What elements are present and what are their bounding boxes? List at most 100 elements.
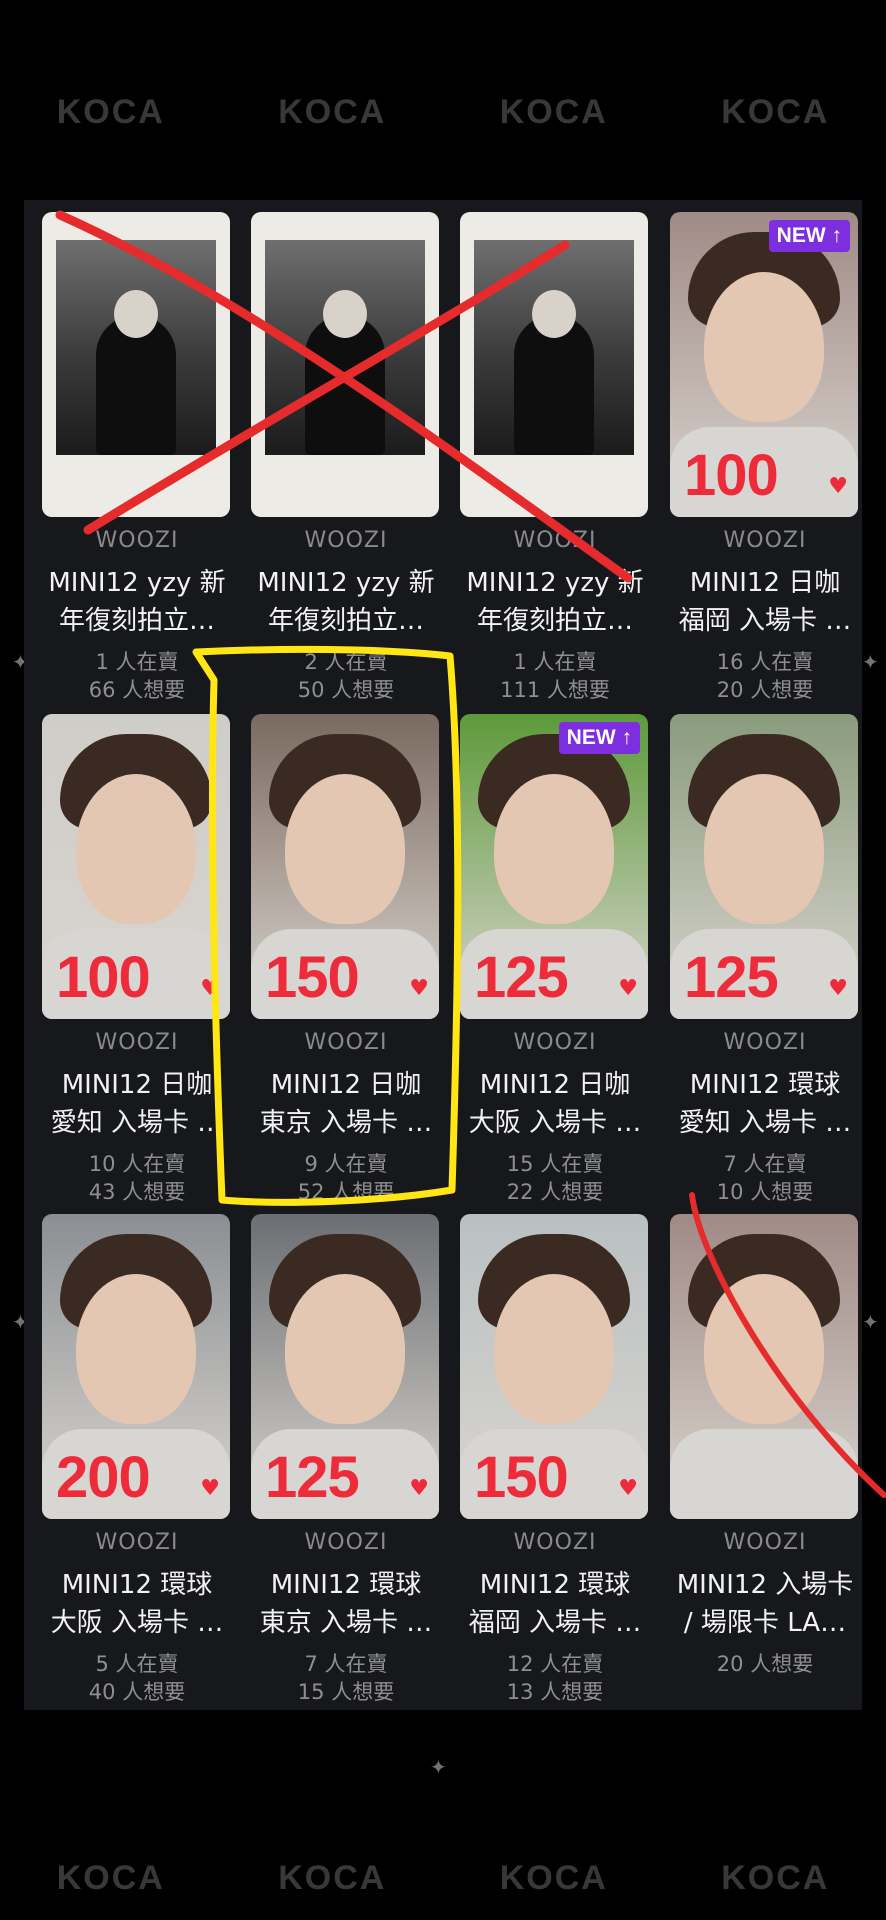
card-title-line2: 愛知 入場卡 … xyxy=(678,1108,852,1138)
selling-count: 7 人在賣 xyxy=(723,1152,807,1176)
card-title-line1: MINI12 yzy 新 xyxy=(257,568,435,598)
artist-name: WOOZI xyxy=(304,1530,388,1555)
selling-count: 15 人在賣 xyxy=(506,1152,604,1176)
watermark-logo: KOCA xyxy=(56,92,165,131)
photocard-item[interactable]: NEW ↑ 125 ♥ WOOZI MINI12 日咖 大阪 入場卡 … 15 人在賣 22 … xyxy=(450,702,650,1204)
wanting-count: 111 人想要 xyxy=(500,678,610,702)
card-thumbnail: 150 ♥ xyxy=(460,1214,648,1519)
photocard-item[interactable]: 200 ♥ WOOZI MINI12 環球 大阪 入場卡 … 5 人在賣 40 人想要 xyxy=(32,1202,232,1704)
selling-count: 1 人在賣 xyxy=(513,650,597,674)
photocard-item[interactable]: WOOZI MINI12 入場卡 / 場限卡 LA… 20 人想要 xyxy=(660,1202,860,1702)
selling-count: 16 人在賣 xyxy=(716,650,814,674)
heart-icon[interactable]: ♥ xyxy=(828,474,848,499)
artist-name: WOOZI xyxy=(95,1530,179,1555)
card-title-line1: MINI12 日咖 xyxy=(270,1070,422,1100)
photocard-item[interactable]: WOOZI MINI12 yzy 新年復刻拍立… 1 人在賣 66 人想要 xyxy=(32,200,232,702)
photocard-item[interactable]: WOOZI MINI12 yzy 新年復刻拍立… 1 人在賣 111 人想要 xyxy=(450,200,650,702)
selling-count: 1 人在賣 xyxy=(95,650,179,674)
heart-icon[interactable]: ♥ xyxy=(618,1476,638,1501)
card-title-line2: 福岡 入場卡 … xyxy=(468,1608,642,1638)
photocard-item[interactable]: 125 ♥ WOOZI MINI12 環球 東京 入場卡 … 7 人在賣 15 人想要 xyxy=(241,1202,441,1704)
card-title-line2: 東京 入場卡 … xyxy=(259,1608,433,1638)
artist-name: WOOZI xyxy=(95,528,179,553)
card-title-line2: 年復刻拍立… xyxy=(58,606,215,636)
photocard-item[interactable]: 125 ♥ WOOZI MINI12 環球 愛知 入場卡 … 7 人在賣 10 人想要 xyxy=(660,702,860,1204)
new-badge: NEW ↑ xyxy=(768,220,850,252)
card-title-line1: MINI12 日咖 xyxy=(479,1070,631,1100)
wanting-count: 40 人想要 xyxy=(88,1680,186,1704)
photocard-item[interactable]: 100 ♥ WOOZI MINI12 日咖 愛知 入場卡 … 10 人在賣 43 人想要 xyxy=(32,702,232,1204)
watermark-row-bottom: KOCA KOCA KOCA KOCA xyxy=(0,1848,886,1908)
heart-icon[interactable]: ♥ xyxy=(200,976,220,1001)
photocard-grid: WOOZI MINI12 yzy 新年復刻拍立… 1 人在賣 66 人想要 WOOZI M… xyxy=(24,200,862,1710)
price-label: 125 xyxy=(474,945,569,1010)
price-label: 200 xyxy=(56,1445,151,1510)
card-title-line1: MINI12 入場卡 xyxy=(676,1570,854,1600)
price-label: 100 xyxy=(684,443,779,508)
artist-name: WOOZI xyxy=(513,1530,597,1555)
wanting-count: 13 人想要 xyxy=(506,1680,604,1704)
price-label: 125 xyxy=(265,1445,360,1510)
artist-name: WOOZI xyxy=(513,1030,597,1055)
card-title-line1: MINI12 yzy 新 xyxy=(48,568,226,598)
selling-count: 2 人在賣 xyxy=(304,650,388,674)
card-thumbnail: 150 ♥ xyxy=(251,714,439,1019)
card-title-line1: MINI12 日咖 xyxy=(61,1070,213,1100)
card-thumbnail: 125 ♥ xyxy=(670,714,858,1019)
card-title-line2: 年復刻拍立… xyxy=(267,606,424,636)
selling-count: 9 人在賣 xyxy=(304,1152,388,1176)
card-title-line1: MINI12 yzy 新 xyxy=(466,568,644,598)
selling-count: 10 人在賣 xyxy=(88,1152,186,1176)
card-thumbnail xyxy=(460,212,648,517)
card-title-line1: MINI12 環球 xyxy=(689,1070,841,1100)
card-title-line2: 福岡 入場卡 … xyxy=(678,606,852,636)
card-thumbnail: 200 ♥ xyxy=(42,1214,230,1519)
photocard-item[interactable]: NEW ↑ 100 ♥ WOOZI MINI12 日咖 福岡 入場卡 … 16 人在賣 20 … xyxy=(660,200,860,702)
photocard-item[interactable]: WOOZI MINI12 yzy 新年復刻拍立… 2 人在賣 50 人想要 xyxy=(241,200,441,702)
sparkle-icon: ✦ xyxy=(430,1755,447,1779)
watermark-logo: KOCA xyxy=(499,92,608,131)
watermark-logo: KOCA xyxy=(721,92,830,131)
watermark-logo: KOCA xyxy=(56,1858,165,1897)
artist-name: WOOZI xyxy=(723,528,807,553)
heart-icon[interactable]: ♥ xyxy=(409,976,429,1001)
artist-name: WOOZI xyxy=(95,1030,179,1055)
card-title-line2: 年復刻拍立… xyxy=(476,606,633,636)
card-title-line2: 大阪 入場卡 … xyxy=(468,1108,642,1138)
sparkle-icon: ✦ xyxy=(862,1310,879,1334)
heart-icon[interactable]: ♥ xyxy=(618,976,638,1001)
artist-name: WOOZI xyxy=(304,1030,388,1055)
watermark-row-top: KOCA KOCA KOCA KOCA xyxy=(0,82,886,142)
artist-name: WOOZI xyxy=(513,528,597,553)
card-thumbnail xyxy=(42,212,230,517)
photocard-item[interactable]: 150 ♥ WOOZI MINI12 環球 福岡 入場卡 … 12 人在賣 13 人想要 xyxy=(450,1202,650,1704)
heart-icon[interactable]: ♥ xyxy=(200,1476,220,1501)
new-badge: NEW ↑ xyxy=(558,722,640,754)
card-title-line1: MINI12 日咖 xyxy=(689,568,841,598)
artist-name: WOOZI xyxy=(304,528,388,553)
selling-count: 20 人想要 xyxy=(716,1652,814,1676)
price-label: 100 xyxy=(56,945,151,1010)
card-title-line2: 東京 入場卡 … xyxy=(259,1108,433,1138)
selling-count: 12 人在賣 xyxy=(506,1652,604,1676)
price-label: 150 xyxy=(474,1445,569,1510)
heart-icon[interactable]: ♥ xyxy=(828,976,848,1001)
card-thumbnail: NEW ↑ 125 ♥ xyxy=(460,714,648,1019)
card-title-line2: 愛知 入場卡 … xyxy=(50,1108,224,1138)
price-label: 150 xyxy=(265,945,360,1010)
wanting-count: 20 人想要 xyxy=(716,678,814,702)
card-thumbnail: 125 ♥ xyxy=(251,1214,439,1519)
wanting-count: 66 人想要 xyxy=(88,678,186,702)
card-thumbnail xyxy=(670,1214,858,1519)
card-thumbnail: 100 ♥ xyxy=(42,714,230,1019)
card-title-line1: MINI12 環球 xyxy=(270,1570,422,1600)
artist-name: WOOZI xyxy=(723,1030,807,1055)
wanting-count: 15 人想要 xyxy=(297,1680,395,1704)
price-label: 125 xyxy=(684,945,779,1010)
card-thumbnail xyxy=(251,212,439,517)
card-title-line1: MINI12 環球 xyxy=(479,1570,631,1600)
heart-icon[interactable]: ♥ xyxy=(409,1476,429,1501)
card-thumbnail: NEW ↑ 100 ♥ xyxy=(670,212,858,517)
photocard-item[interactable]: 150 ♥ WOOZI MINI12 日咖 東京 入場卡 … 9 人在賣 52 人想要 xyxy=(241,702,441,1204)
wanting-count: 50 人想要 xyxy=(297,678,395,702)
